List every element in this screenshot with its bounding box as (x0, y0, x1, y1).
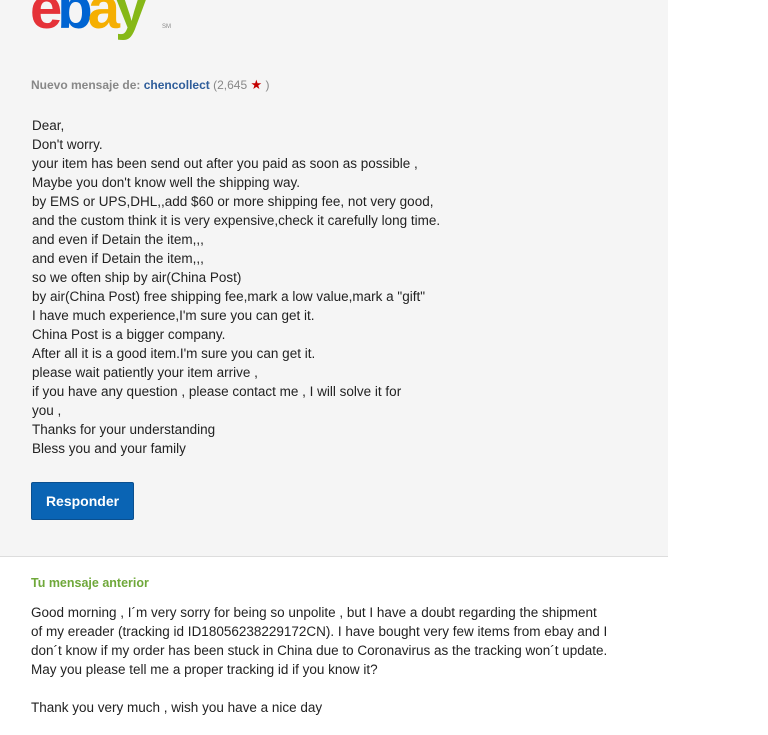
message-line: Don't worry. (32, 137, 103, 152)
sender-prefix: Nuevo mensaje de: (31, 78, 141, 92)
message-line: Thank you very much , wish you have a ni… (31, 700, 323, 715)
message-line: if you have any question , please contac… (32, 384, 402, 399)
message-line: and even if Detain the item,,, (32, 232, 204, 247)
reply-button[interactable]: Responder (31, 482, 134, 520)
logo-letter-a: a (87, 0, 120, 41)
feedback-score[interactable]: (2,645 ★ ) (213, 77, 270, 92)
message-body: Dear, Don't worry. your item has been send… (32, 116, 632, 458)
message-line: May you please tell me a proper tracking… (31, 662, 378, 677)
logo-trademark: SM (162, 24, 171, 30)
message-line: by air(China Post) free shipping fee,mar… (32, 289, 426, 304)
message-line: China Post is a bigger company. (32, 327, 226, 342)
message-line: please wait patiently your item arrive , (32, 365, 258, 380)
message-line: I have much experience,I'm sure you can … (32, 308, 315, 323)
message-line: Dear, (32, 118, 65, 133)
message-line: Good morning , I´m very sorry for being … (31, 605, 597, 620)
message-line: Bless you and your family (32, 441, 186, 456)
feedback-count: (2,645 (213, 78, 248, 92)
message-line: Maybe you don't know well the shipping w… (32, 175, 300, 190)
message-line: of my ereader (tracking id ID18056238229… (31, 624, 608, 639)
feedback-close: ) (265, 78, 270, 92)
logo-letter-y: y (114, 0, 147, 41)
sender-name-link[interactable]: chencollect (144, 78, 210, 92)
email-card: ebay SM Nuevo mensaje de: chencollect (2… (0, 0, 668, 557)
message-line (31, 679, 671, 698)
star-icon: ★ (250, 77, 263, 92)
ebay-logo[interactable]: ebay SM (30, 0, 171, 41)
logo-letter-e: e (30, 0, 62, 41)
message-line: Thanks for your understanding (32, 422, 216, 437)
message-line: and even if Detain the item,,, (32, 251, 204, 266)
message-line: don´t know if my order has been stuck in… (31, 643, 608, 658)
message-line: you , (32, 403, 62, 418)
message-line: your item has been send out after you pa… (32, 156, 418, 171)
previous-message-body: Good morning , I´m very sorry for being … (31, 603, 671, 717)
previous-message-title: Tu mensaje anterior (31, 576, 149, 590)
message-line: After all it is a good item.I'm sure you… (32, 346, 316, 361)
logo-letter-b: b (57, 0, 93, 41)
message-line: and the custom think it is very expensiv… (32, 213, 441, 228)
message-line: so we often ship by air(China Post) (32, 270, 242, 285)
message-line: by EMS or UPS,DHL,,add $60 or more shipp… (32, 194, 434, 209)
sender-line: Nuevo mensaje de: chencollect (2,645 ★ ) (31, 77, 269, 93)
